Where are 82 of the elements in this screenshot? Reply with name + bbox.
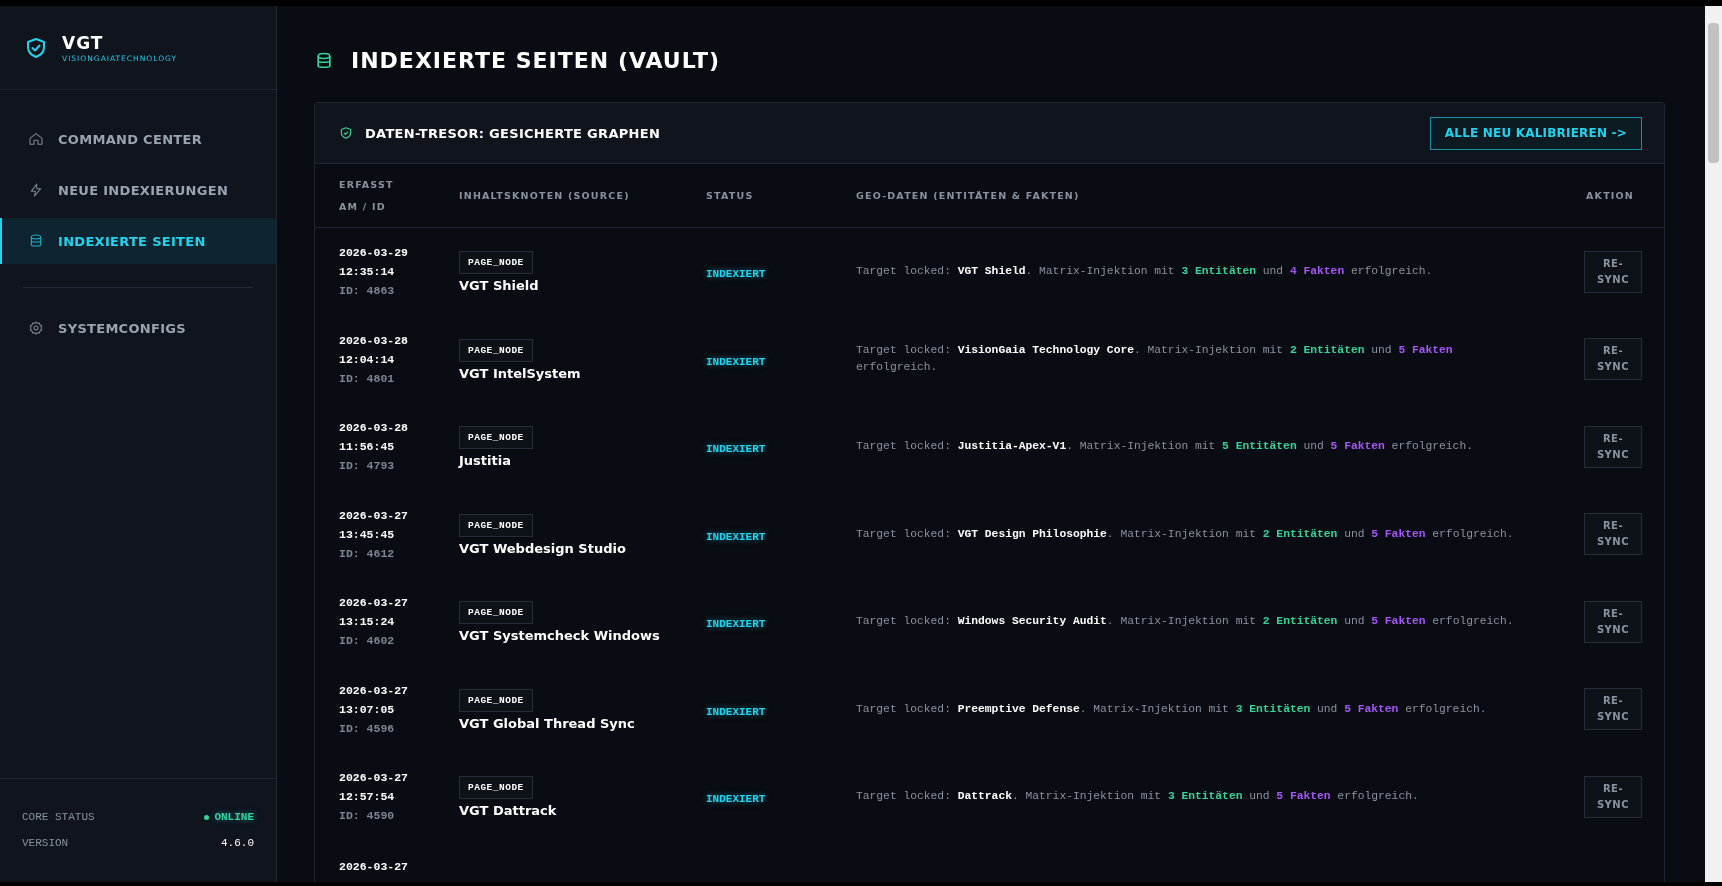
resync-button[interactable]: RE-SYNC xyxy=(1584,600,1642,643)
node-badge: PAGE_NODE xyxy=(459,251,533,275)
gear-icon xyxy=(28,320,44,336)
page-name: VGT Systemcheck Windows xyxy=(459,628,661,644)
column-header: INHALTSKNOTEN (SOURCE) xyxy=(459,188,631,203)
date-text: 2026-03-27 xyxy=(339,507,409,524)
resync-button[interactable]: RE-SYNC xyxy=(1584,338,1642,381)
id-text: ID: 4596 xyxy=(339,720,396,737)
id-text: ID: 4801 xyxy=(339,370,396,387)
node-badge: PAGE_NODE xyxy=(459,338,533,362)
resync-button[interactable]: RE-SYNC xyxy=(1584,775,1642,818)
date-text: 2026-03-27 xyxy=(339,770,409,787)
resync-button[interactable]: RE-SYNC xyxy=(1584,425,1642,468)
node-badge: PAGE_NODE xyxy=(459,513,533,537)
time-text: 12:35:14 xyxy=(339,264,396,281)
geo-description: Target locked: VisionGaia Technology Core. Matrix-Injektion mit 2 Entitäten und 5 Fakten erfolgreich. xyxy=(856,343,1454,376)
geo-description: Target locked: VGT Shield. Matrix-Injektion mit 3 Entitäten und 4 Fakten erfolgreich. xyxy=(856,264,1434,280)
node-badge: PAGE_NODE xyxy=(459,601,533,625)
time-text: 12:04:14 xyxy=(339,351,396,368)
footer-value: 4.6.0 xyxy=(221,837,254,849)
time-text: 11:56:45 xyxy=(339,439,396,456)
page-name: VGT Shield xyxy=(459,278,540,294)
time-text: 13:45:45 xyxy=(339,526,396,543)
date-text: 2026-03-27 xyxy=(339,858,409,875)
page-name: Justitia xyxy=(459,453,512,469)
node-badge: PAGE_NODE xyxy=(459,688,533,712)
column-header: STATUS xyxy=(706,188,755,203)
lightning-icon xyxy=(28,182,44,198)
id-text: ID: 4863 xyxy=(339,283,396,300)
date-text: 2026-03-29 xyxy=(339,245,409,262)
status-label: INDEXIERT xyxy=(706,530,766,543)
recalibrate-button[interactable]: ALLE NEU KALIBRIEREN -> xyxy=(1429,116,1642,150)
page-name: VGT Dattrack xyxy=(459,803,558,819)
time-text: 13:07:05 xyxy=(339,701,396,718)
sidebar-item[interactable]: SYSTEMCONFIGS xyxy=(0,305,276,351)
sidebar-item[interactable]: COMMAND CENTER xyxy=(0,116,276,162)
shield-icon xyxy=(339,126,353,140)
database-icon xyxy=(28,233,44,249)
geo-description: Target locked: Justitia-Apex-V1. Matrix-Injektion mit 5 Entitäten und 5 Fakten erfolgreich. xyxy=(856,439,1474,455)
home-icon xyxy=(28,131,44,147)
page-name: VGT Global Thread Sync xyxy=(459,715,636,731)
status-label: INDEXIERT xyxy=(706,355,766,368)
id-text: ID: 4590 xyxy=(339,808,396,825)
resync-button[interactable]: RE-SYNC xyxy=(1584,250,1642,293)
geo-description: Target locked: Dattrack. Matrix-Injektion mit 3 Entitäten und 5 Fakten erfolgreich. xyxy=(856,789,1420,805)
column-header: GEO-DATEN (ENTITÄTEN & FAKTEN) xyxy=(856,188,1081,203)
status-value: ONLINE xyxy=(204,811,254,823)
status-label: INDEXIERT xyxy=(706,268,766,281)
date-text: 2026-03-27 xyxy=(339,682,409,699)
shield-icon xyxy=(24,35,48,60)
sidebar-item[interactable]: NEUE INDEXIERUNGEN xyxy=(0,167,276,213)
page-name: VGT IntelSystem xyxy=(459,365,582,381)
time-text: 12:57:54 xyxy=(339,789,396,806)
resync-button[interactable]: RE-SYNC xyxy=(1584,513,1642,556)
geo-description: Target locked: VGT Design Philosophie. Matrix-Injektion mit 2 Entitäten und 5 Fakten erfolgreich. xyxy=(856,526,1515,542)
geo-description: Target locked: Preemptive Defense. Matrix-Injektion mit 3 Entitäten und 5 Fakten erfolgreich. xyxy=(856,701,1488,717)
column-header: ERFASST AM / ID xyxy=(339,177,395,214)
geo-description: Target locked: Windows Security Audit. Matrix-Injektion mit 2 Entitäten und 5 Fakten erfolgreich. xyxy=(856,614,1515,630)
logo-title: VGT xyxy=(62,32,105,53)
id-text: ID: 4612 xyxy=(339,545,396,562)
time-text: 13:15:24 xyxy=(339,614,396,631)
node-badge: PAGE_NODE xyxy=(459,776,533,800)
status-label: INDEXIERT xyxy=(706,618,766,631)
scrollbar-thumb[interactable] xyxy=(1708,23,1719,163)
date-text: 2026-03-28 xyxy=(339,332,409,349)
date-text: 2026-03-28 xyxy=(339,420,409,437)
page-name: VGT Webdesign Studio xyxy=(459,540,627,556)
scrollbar[interactable] xyxy=(1705,6,1722,882)
date-text: 2026-03-27 xyxy=(339,595,409,612)
node-badge: PAGE_NODE xyxy=(459,426,533,450)
column-header: AKTION xyxy=(1585,188,1635,203)
id-text: ID: 4793 xyxy=(339,458,396,475)
footer-label: CORE STATUS xyxy=(22,811,95,823)
page-title: INDEXIERTE SEITEN (VAULT) xyxy=(351,48,721,73)
status-label: INDEXIERT xyxy=(706,443,766,456)
status-label: INDEXIERT xyxy=(706,793,766,806)
resync-button[interactable]: RE-SYNC xyxy=(1584,688,1642,731)
footer-label: VERSION xyxy=(22,837,69,849)
status-label: INDEXIERT xyxy=(706,705,766,718)
sidebar-item[interactable]: INDEXIERTE SEITEN xyxy=(0,218,276,264)
card-title: DATEN-TRESOR: GESICHERTE GRAPHEN xyxy=(365,125,661,141)
id-text: ID: 4602 xyxy=(339,633,396,650)
